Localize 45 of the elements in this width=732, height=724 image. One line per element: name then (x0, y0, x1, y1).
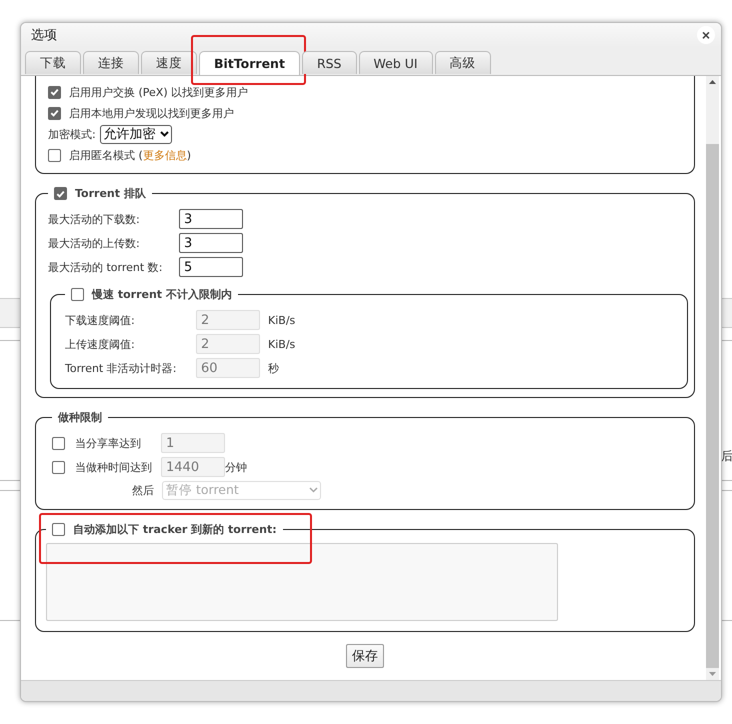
tracker-textarea[interactable] (46, 543, 558, 621)
field-label: 下载速度阈值: (65, 312, 136, 328)
option-label: 启用本地用户发现以找到更多用户 (69, 106, 234, 120)
checkbox[interactable] (48, 86, 61, 98)
group-title: 自动添加以下 tracker 到新的 torrent: (73, 522, 277, 537)
option-label: 当做种时间达到 (75, 460, 153, 474)
unit-label: KiB/s (268, 338, 296, 350)
chevron-icon (160, 131, 169, 137)
option-label: 启用用户交换 (PeX) 以找到更多用户 (69, 84, 248, 100)
unit-label: 分钟 (225, 460, 247, 474)
unit-label: 秒 (268, 360, 279, 376)
chevron-icon (309, 487, 318, 493)
input-field[interactable]: 3 (179, 209, 243, 229)
window-title: 选项 (31, 27, 57, 44)
tab[interactable]: 连接 (83, 51, 139, 74)
checkbox[interactable] (71, 288, 84, 301)
field-label: 最大活动的上传数: (48, 236, 141, 250)
save-button[interactable]: 保存 (346, 644, 384, 668)
unit-label: KiB/s (268, 314, 296, 326)
tab[interactable]: RSS (302, 51, 356, 74)
option-label: 当分享率达到 (75, 436, 142, 450)
checkbox[interactable] (54, 187, 67, 200)
input-field[interactable]: 5 (179, 257, 243, 277)
tab[interactable]: 高级 (434, 51, 491, 74)
group-title: Torrent 排队 (75, 186, 146, 201)
input-field[interactable]: 3 (179, 233, 243, 253)
checkbox[interactable] (48, 148, 61, 162)
up-arrow-icon[interactable] (709, 80, 716, 84)
group-title: 慢速 torrent 不计入限制内 (92, 287, 232, 302)
encryption-select[interactable]: 允许加密 (100, 124, 172, 144)
field-label: 最大活动的 torrent 数: (48, 260, 164, 274)
checkbox[interactable] (52, 523, 65, 536)
field-label: 最大活动的下载数: (48, 212, 141, 226)
option-label: 启用匿名模式 (更多信息) (69, 148, 192, 162)
field-label: 上传速度阈值: (65, 336, 136, 352)
close-button[interactable]: × (697, 26, 715, 44)
field-label: Torrent 非活动计时器: (65, 360, 178, 376)
group-title: 做种限制 (58, 410, 102, 425)
tab[interactable]: 下载 (25, 51, 81, 74)
tab[interactable]: Web UI (358, 51, 433, 74)
field-label: 然后 (132, 482, 154, 498)
field-label: 加密模式: (48, 126, 96, 142)
tab[interactable]: 速度 (141, 51, 197, 74)
checkbox[interactable] (48, 106, 61, 120)
tab[interactable]: BitTorrent (199, 51, 300, 75)
